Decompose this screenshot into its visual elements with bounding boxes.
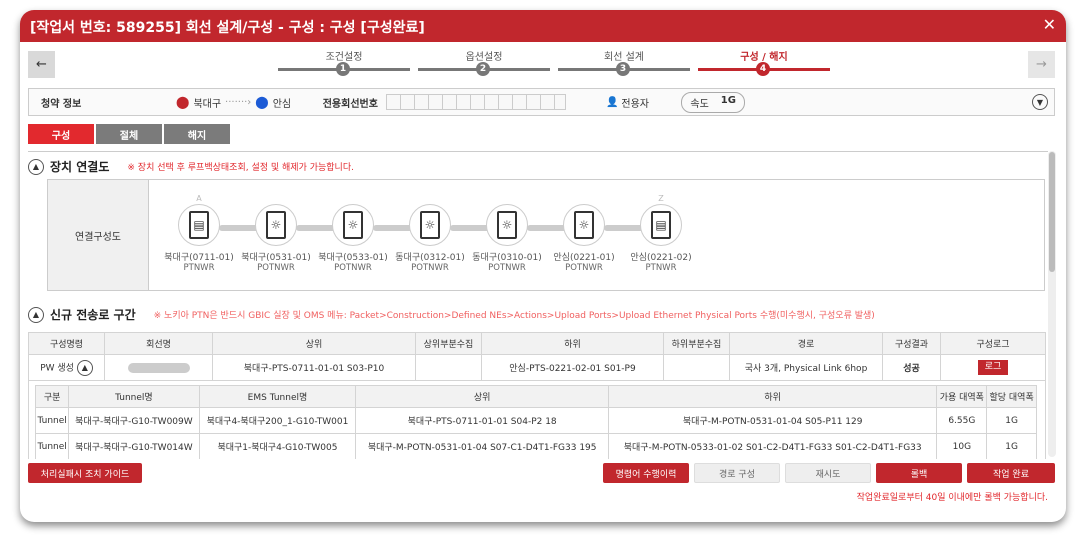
content-area: ▲ 장치 연결도 ※ 장치 선택 후 루프백상태조회, 설정 및 해제가 가능합… xyxy=(28,151,1048,459)
route-config-button[interactable]: 경로 구성 xyxy=(694,463,780,483)
collapse-icon[interactable]: ▲ xyxy=(28,306,44,323)
ptn-device-icon: ▤ xyxy=(651,211,671,239)
column-header: 하위부분수집 xyxy=(663,332,730,355)
device-node[interactable]: ☼ 북대구(0531-01) POTNWR xyxy=(236,194,316,273)
section-transmission-header: ▲ 신규 전송로 구간 ※ 노키아 PTN은 반드시 GBIC 실장 및 OMS… xyxy=(28,306,875,323)
column-header: 하위 xyxy=(607,385,938,408)
speed-badge: 속도 1G xyxy=(681,91,745,113)
link-line xyxy=(604,225,644,231)
column-header: Tunnel명 xyxy=(68,385,200,408)
table-row[interactable]: PW 생성 ▲ 북대구-PTS-0711-01-01 S03-P10 안심-PT… xyxy=(28,354,1046,381)
column-header: 구성결과 xyxy=(882,332,941,355)
rollback-button[interactable]: 롤백 xyxy=(876,463,962,483)
complete-button[interactable]: 작업 완료 xyxy=(967,463,1055,483)
line-number-field[interactable] xyxy=(385,94,566,110)
device-node[interactable]: ☼ 안심(0221-01) POTNWR xyxy=(544,194,624,273)
line-name-redacted xyxy=(127,362,190,373)
potn-device-icon: ☼ xyxy=(420,211,440,239)
link-line xyxy=(373,225,413,231)
user-icon: 👤 xyxy=(605,96,619,108)
to-location: 안심 xyxy=(272,98,292,110)
section-device-diagram-header: ▲ 장치 연결도 ※ 장치 선택 후 루프백상태조회, 설정 및 해제가 가능합… xyxy=(28,158,354,175)
collapse-icon[interactable]: ▲ xyxy=(28,158,44,175)
column-header: 회선명 xyxy=(104,332,213,355)
column-header: 가용 대역폭 xyxy=(936,385,988,408)
close-icon[interactable]: ✕ xyxy=(1043,15,1056,34)
table-row[interactable]: Tunnel 북대구-북대구-G10-TW014W 북대구1-북대구4-G10-TW… xyxy=(34,433,1037,459)
column-header: 하위 xyxy=(481,332,664,355)
column-header: 경로 xyxy=(729,332,883,355)
column-header: 상위부분수집 xyxy=(415,332,482,355)
result-value: 성공 xyxy=(882,354,941,381)
column-header: 구성명령 xyxy=(28,332,105,355)
potn-device-icon: ☼ xyxy=(497,211,517,239)
line-number-label: 전용회선번호 xyxy=(322,98,378,110)
section-note: ※ 노키아 PTN은 반드시 GBIC 실장 및 OMS 메뉴: Packet>… xyxy=(153,311,875,321)
diagram-row-label: 연결구성도 xyxy=(48,180,149,290)
device-diagram: 연결구성도 A ▤ 북대구(0711-01) PTNWR ☼ 북대구(0531-01) PO… xyxy=(47,179,1045,291)
prev-button[interactable]: ← xyxy=(28,51,55,78)
step-3: 회선 설계 3 xyxy=(558,48,690,76)
device-node[interactable]: Z ▤ 안심(0221-02) PTNWR xyxy=(621,194,701,273)
info-title: 청약 정보 xyxy=(41,98,82,110)
column-header: EMS Tunnel명 xyxy=(198,385,357,408)
expand-icon[interactable]: ▼ xyxy=(1032,94,1048,110)
tab-bar: 구성 절체 해지 xyxy=(28,124,230,144)
location-pin-icon: ⬤ xyxy=(255,95,269,109)
tunnel-table: 구분 Tunnel명 EMS Tunnel명 상위 하위 가용 대역폭 할당 대역폭 Tunn… xyxy=(34,385,1037,459)
column-header: 상위 xyxy=(212,332,416,355)
link-line xyxy=(219,225,259,231)
column-header: 구분 xyxy=(34,385,70,408)
retry-button[interactable]: 재시도 xyxy=(785,463,871,483)
column-header: 상위 xyxy=(355,385,609,408)
command-history-button[interactable]: 명령어 수행이력 xyxy=(603,463,689,483)
device-node[interactable]: ☼ 동대구(0312-01) POTNWR xyxy=(390,194,470,273)
next-button[interactable]: → xyxy=(1028,51,1055,78)
from-location: 북대구 xyxy=(193,98,222,110)
log-button[interactable]: 로그 xyxy=(978,360,1008,375)
potn-device-icon: ☼ xyxy=(574,211,594,239)
subscription-info-bar: 청약 정보 ⬤ 북대구 ·······› ⬤ 안심 전용회선번호 👤 전용자 속… xyxy=(28,88,1055,116)
column-header: 할당 대역폭 xyxy=(986,385,1037,408)
potn-device-icon: ☼ xyxy=(343,211,363,239)
window-title: [작업서 번호: 589255] 회선 설계/구성 - 구성 : 구성 [구성완… xyxy=(30,20,425,36)
location-pin-icon: ⬤ xyxy=(176,95,190,109)
link-line xyxy=(296,225,336,231)
arrow-icon: ·······› xyxy=(225,96,252,108)
rollback-note: 작업완료일로부터 40일 이내에만 롤백 가능합니다. xyxy=(856,493,1048,503)
potn-device-icon: ☼ xyxy=(266,211,286,239)
title-bar: [작업서 번호: 589255] 회선 설계/구성 - 구성 : 구성 [구성완… xyxy=(20,10,1066,42)
collapse-icon[interactable]: ▲ xyxy=(76,359,93,376)
tab-configure[interactable]: 구성 xyxy=(28,124,94,144)
column-header: 구성로그 xyxy=(940,332,1046,355)
ptn-device-icon: ▤ xyxy=(189,211,209,239)
dialog-window: [작업서 번호: 589255] 회선 설계/구성 - 구성 : 구성 [구성완… xyxy=(20,10,1066,522)
step-1: 조건설정 1 xyxy=(278,48,410,76)
step-4: 구성 / 해지 4 xyxy=(698,48,830,76)
device-node[interactable]: ☼ 동대구(0310-01) POTNWR xyxy=(467,194,547,273)
tab-terminate[interactable]: 해지 xyxy=(164,124,230,144)
tab-switch[interactable]: 절체 xyxy=(96,124,162,144)
device-node[interactable]: ☼ 북대구(0533-01) POTNWR xyxy=(313,194,393,273)
device-node[interactable]: A ▤ 북대구(0711-01) PTNWR xyxy=(159,194,239,273)
config-table: 구성명령 회선명 상위 상위부분수집 하위 하위부분수집 경로 구성결과 구성로그 PW 생성 … xyxy=(28,332,1046,459)
user-label: 전용자 xyxy=(621,98,649,110)
scrollbar[interactable] xyxy=(1048,151,1056,457)
step-2: 옵션설정 2 xyxy=(418,48,550,76)
section-note: ※ 장치 선택 후 루프백상태조회, 설정 및 해제가 가능합니다. xyxy=(127,163,354,173)
link-line xyxy=(450,225,490,231)
link-line xyxy=(527,225,567,231)
failure-guide-button[interactable]: 처리실패시 조치 가이드 xyxy=(28,463,142,483)
table-row[interactable]: Tunnel 북대구-북대구-G10-TW009W 북대구4-북대구200_1-G1… xyxy=(34,407,1037,434)
